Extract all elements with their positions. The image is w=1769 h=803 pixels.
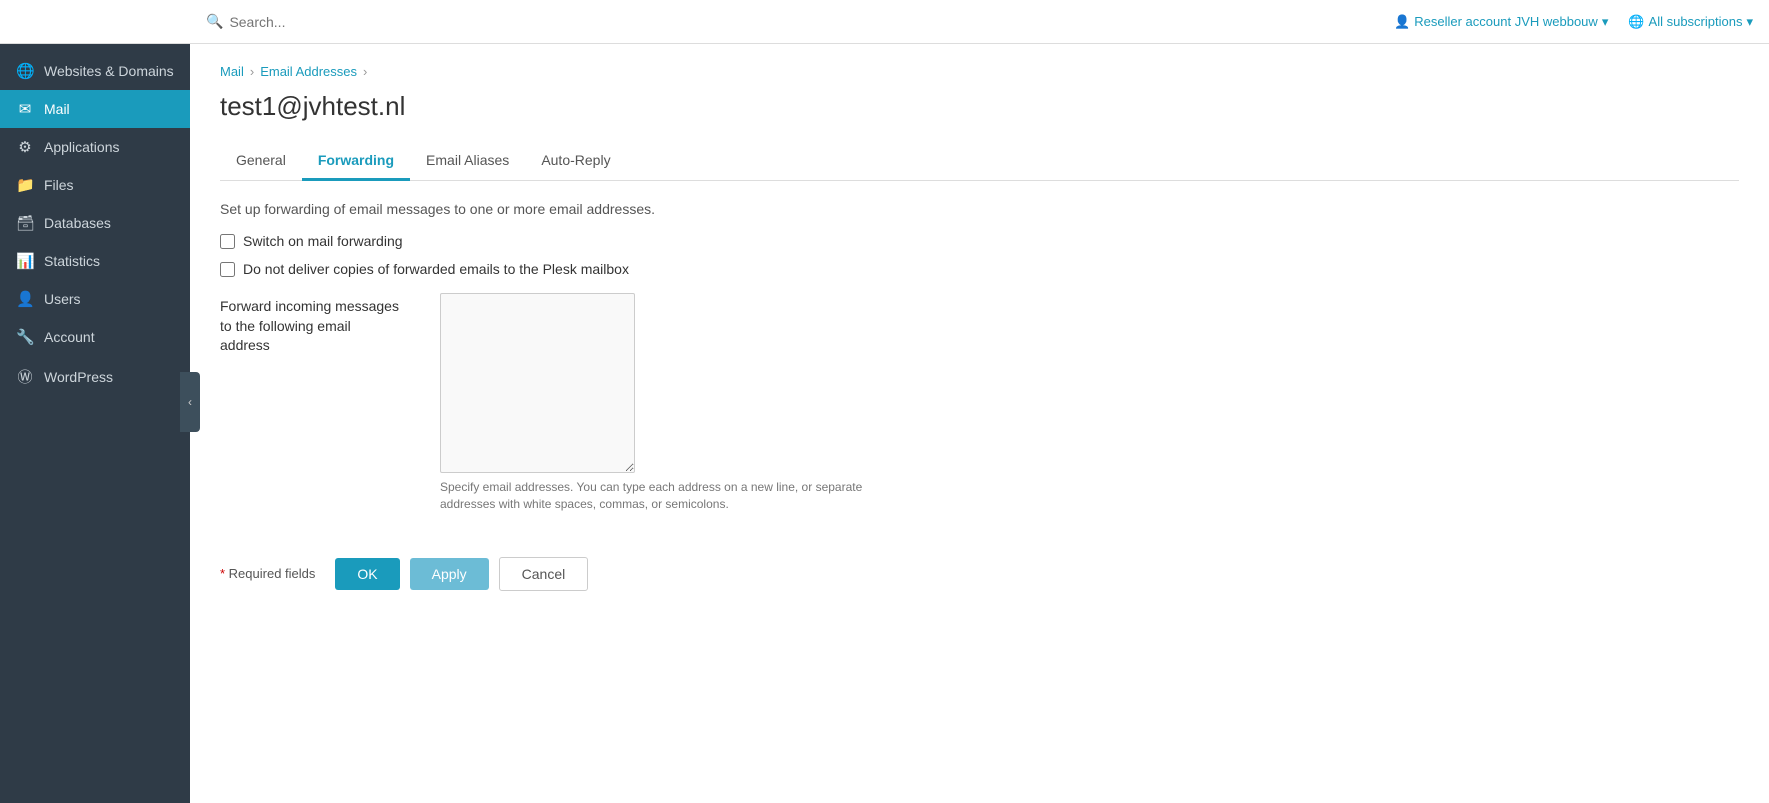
search-icon: 🔍 bbox=[206, 13, 223, 30]
user-icon: 👤 bbox=[1394, 14, 1410, 30]
sidebar-label-mail: Mail bbox=[44, 101, 70, 117]
mail-icon: ✉ bbox=[16, 100, 34, 118]
sidebar-item-statistics[interactable]: 📊 Statistics bbox=[0, 242, 190, 280]
sidebar-label-account: Account bbox=[44, 329, 95, 345]
no-copy-checkbox[interactable] bbox=[220, 262, 235, 277]
forward-address-textarea[interactable] bbox=[440, 293, 635, 473]
forward-hint: Specify email addresses. You can type ea… bbox=[440, 479, 880, 513]
switch-forwarding-checkbox[interactable] bbox=[220, 234, 235, 249]
topbar-right: 👤 Reseller account JVH webbouw ▾ 🌐 All s… bbox=[1394, 14, 1753, 30]
page-title: test1@jvhtest.nl bbox=[220, 91, 1739, 122]
sidebar-item-files[interactable]: 📁 Files bbox=[0, 166, 190, 204]
sidebar-item-websites-domains[interactable]: 🌐 Websites & Domains bbox=[0, 52, 190, 90]
forward-label-line2: to the following email bbox=[220, 318, 351, 334]
sidebar-item-account[interactable]: 🔧 Account bbox=[0, 318, 190, 356]
tab-email-aliases[interactable]: Email Aliases bbox=[410, 142, 525, 181]
sidebar-item-applications[interactable]: ⚙ Applications bbox=[0, 128, 190, 166]
sidebar-label-websites-domains: Websites & Domains bbox=[44, 63, 174, 79]
no-copy-label[interactable]: Do not deliver copies of forwarded email… bbox=[243, 261, 629, 277]
forward-label-line3: address bbox=[220, 337, 270, 353]
sidebar-item-wordpress[interactable]: Ⓦ WordPress bbox=[0, 356, 190, 397]
sidebar-label-databases: Databases bbox=[44, 215, 111, 231]
tab-forwarding[interactable]: Forwarding bbox=[302, 142, 410, 181]
search-bar[interactable]: 🔍 bbox=[206, 13, 1394, 30]
files-icon: 📁 bbox=[16, 176, 34, 194]
required-star: * bbox=[220, 566, 229, 581]
sidebar-label-applications: Applications bbox=[44, 139, 120, 155]
cancel-button[interactable]: Cancel bbox=[499, 557, 589, 591]
form-actions: * Required fields OK Apply Cancel bbox=[220, 541, 1739, 591]
tabs-bar: General Forwarding Email Aliases Auto-Re… bbox=[220, 142, 1739, 181]
tab-general[interactable]: General bbox=[220, 142, 302, 181]
forward-field: Specify email addresses. You can type ea… bbox=[440, 293, 880, 513]
websites-icon: 🌐 bbox=[16, 62, 34, 80]
forward-label-line1: Forward incoming messages bbox=[220, 298, 399, 314]
wordpress-icon: Ⓦ bbox=[16, 366, 34, 387]
sidebar-item-users[interactable]: 👤 Users bbox=[0, 280, 190, 318]
breadcrumb: Mail › Email Addresses › bbox=[220, 64, 1739, 79]
switch-forwarding-row: Switch on mail forwarding bbox=[220, 233, 1739, 249]
topbar: 🔍 👤 Reseller account JVH webbouw ▾ 🌐 All… bbox=[0, 0, 1769, 44]
main-content: Mail › Email Addresses › test1@jvhtest.n… bbox=[190, 44, 1769, 803]
breadcrumb-email-addresses[interactable]: Email Addresses bbox=[260, 64, 357, 79]
required-note: * Required fields bbox=[220, 566, 315, 581]
forward-address-row: Forward incoming messages to the followi… bbox=[220, 293, 1739, 513]
chevron-down-icon-2: ▾ bbox=[1746, 14, 1753, 30]
required-label: Required fields bbox=[229, 566, 316, 581]
breadcrumb-sep-1: › bbox=[250, 64, 254, 79]
applications-icon: ⚙ bbox=[16, 138, 34, 156]
chevron-down-icon: ▾ bbox=[1602, 14, 1609, 30]
sidebar-item-databases[interactable]: 🗃 Databases bbox=[0, 204, 190, 242]
sidebar-collapse-button[interactable]: ‹ bbox=[180, 372, 200, 432]
ok-button[interactable]: OK bbox=[335, 558, 399, 590]
account-menu[interactable]: 👤 Reseller account JVH webbouw ▾ bbox=[1394, 14, 1608, 30]
search-input[interactable] bbox=[229, 14, 429, 30]
subscriptions-menu[interactable]: 🌐 All subscriptions ▾ bbox=[1628, 14, 1753, 30]
sidebar-label-users: Users bbox=[44, 291, 81, 307]
forward-label: Forward incoming messages to the followi… bbox=[220, 293, 420, 356]
users-icon: 👤 bbox=[16, 290, 34, 308]
breadcrumb-sep-2: › bbox=[363, 64, 367, 79]
sidebar-nav: 🌐 Websites & Domains ✉ Mail ⚙ Applicatio… bbox=[0, 44, 190, 803]
account-icon: 🔧 bbox=[16, 328, 34, 346]
no-copy-row: Do not deliver copies of forwarded email… bbox=[220, 261, 1739, 277]
sidebar-label-statistics: Statistics bbox=[44, 253, 100, 269]
databases-icon: 🗃 bbox=[16, 214, 34, 232]
sidebar: ☁ JVH hosting 🌐 Websites & Domains ✉ Mai… bbox=[0, 0, 190, 803]
tab-auto-reply[interactable]: Auto-Reply bbox=[525, 142, 626, 181]
sidebar-label-wordpress: WordPress bbox=[44, 369, 113, 385]
form-description: Set up forwarding of email messages to o… bbox=[220, 201, 1739, 217]
sidebar-item-mail[interactable]: ✉ Mail bbox=[0, 90, 190, 128]
sidebar-label-files: Files bbox=[44, 177, 74, 193]
statistics-icon: 📊 bbox=[16, 252, 34, 270]
breadcrumb-mail[interactable]: Mail bbox=[220, 64, 244, 79]
apply-button[interactable]: Apply bbox=[410, 558, 489, 590]
globe-icon: 🌐 bbox=[1628, 14, 1644, 30]
forwarding-form: Set up forwarding of email messages to o… bbox=[220, 201, 1739, 591]
switch-forwarding-label[interactable]: Switch on mail forwarding bbox=[243, 233, 403, 249]
